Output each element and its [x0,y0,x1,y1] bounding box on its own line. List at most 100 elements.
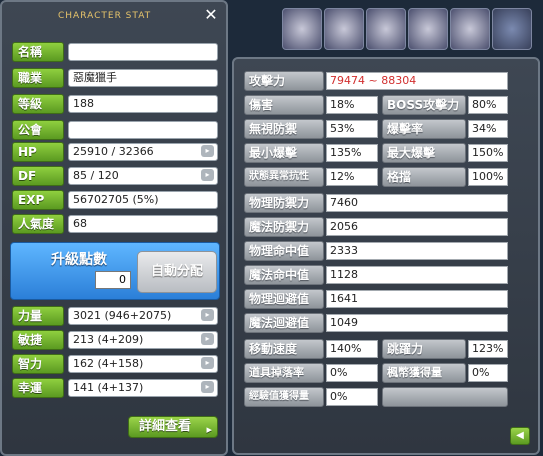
crit-rate-value: 34% [468,120,508,138]
dex-value: 213 (4+209) [68,331,218,349]
meso-rate-label: 楓幣獲得量 [382,363,466,383]
drop-rate-label: 道具掉落率 [244,363,324,383]
name-row: 名稱 [12,42,218,62]
buff-icon-5[interactable] [450,8,490,50]
job-value: 惡魔獵手 [68,69,218,87]
fame-label: 人氣度 [12,214,64,234]
exp-rate-label: 經驗值獲得量 [244,387,324,407]
phys-acc-label: 物理命中值 [244,241,324,261]
speed-label: 移動速度 [244,339,324,359]
min-crit-value: 135% [326,144,378,162]
phys-def-value: 7460 [326,194,508,212]
titlebar[interactable]: CHARACTER STAT ✕ [2,2,226,30]
level-label: 等級 [12,94,64,114]
stat-row: 狀態異常抗性 12% 格擋 100% [244,167,508,187]
phys-acc-value: 2333 [326,242,508,260]
boss-damage-value: 80% [468,96,508,114]
stat-row: 道具掉落率 0% 楓幣獲得量 0% [244,363,508,383]
collapse-arrow-icon[interactable]: ◀ [510,427,530,445]
df-row: DF 85 / 120 ▸ [12,166,218,186]
exp-row: EXP 56702705 (5%) [12,190,218,210]
ability-points-value: 0 [95,271,131,289]
window-title: CHARACTER STAT [58,11,152,21]
fame-value: 68 [68,215,218,233]
speed-value: 140% [326,340,378,358]
buff-icon-1[interactable] [282,8,322,50]
exp-rate-value: 0% [326,388,378,406]
job-label: 職業 [12,68,64,88]
stat-row: 經驗值獲得量 0% [244,387,508,407]
str-row: 力量 3021 (946+2075) ▸ [12,306,218,326]
phys-def-label: 物理防禦力 [244,193,324,213]
guild-row: 公會 [12,120,218,140]
max-crit-label: 最大爆擊 [382,143,466,163]
buff-icon-3[interactable] [366,8,406,50]
boss-damage-label: BOSS攻擊力 [382,95,466,115]
level-value: 188 [68,95,218,113]
magic-avoid-label: 魔法迴避值 [244,313,324,333]
guild-label: 公會 [12,120,64,140]
attack-value: 79474 ~ 88304 [326,72,508,90]
magic-def-label: 魔法防禦力 [244,217,324,237]
empty-cell [382,387,508,407]
phys-avoid-value: 1641 [326,290,508,308]
dex-label: 敏捷 [12,330,64,350]
stat-row: 物理防禦力 7460 [244,193,508,213]
auto-assign-button[interactable]: 自動分配 [137,251,217,293]
stat-row: 移動速度 140% 跳躍力 123% [244,339,508,359]
int-label: 智力 [12,354,64,374]
luk-row: 幸運 141 (4+137) ▸ [12,378,218,398]
close-icon[interactable]: ✕ [202,6,220,24]
int-add-icon[interactable]: ▸ [201,357,214,369]
ability-points-box: 升級點數 0 自動分配 [10,242,220,300]
magic-acc-value: 1128 [326,266,508,284]
block-value: 100% [468,168,508,186]
ability-points-label: 升級點數 [51,252,107,268]
status-resist-label: 狀態異常抗性 [244,167,324,187]
str-add-icon[interactable]: ▸ [201,309,214,321]
magic-acc-label: 魔法命中值 [244,265,324,285]
phys-avoid-label: 物理迴避值 [244,289,324,309]
guild-value [68,121,218,139]
buff-icon-4[interactable] [408,8,448,50]
stat-row: 物理迴避值 1641 [244,289,508,309]
buff-icon-2[interactable] [324,8,364,50]
fame-row: 人氣度 68 [12,214,218,234]
meso-rate-value: 0% [468,364,508,382]
hp-value: 25910 / 32366 [68,143,218,161]
level-row: 等級 188 [12,94,218,114]
exp-label: EXP [12,190,64,210]
stat-row: 魔法防禦力 2056 [244,217,508,237]
stat-row: 魔法命中值 1128 [244,265,508,285]
magic-def-value: 2056 [326,218,508,236]
ignore-def-label: 無視防禦 [244,119,324,139]
hp-row: HP 25910 / 32366 ▸ [12,142,218,162]
stat-row: 魔法迴避值 1049 [244,313,508,333]
jump-label: 跳躍力 [382,339,466,359]
int-row: 智力 162 (4+158) ▸ [12,354,218,374]
stat-row: 最小爆擊 135% 最大爆擊 150% [244,143,508,163]
job-row: 職業 惡魔獵手 [12,68,218,88]
detail-view-label: 詳細查看 [139,419,192,434]
detail-view-button[interactable]: 詳細查看 ▸ [128,416,218,438]
str-label: 力量 [12,306,64,326]
name-label: 名稱 [12,42,64,62]
df-expand-icon[interactable]: ▸ [201,169,214,181]
attack-label: 攻擊力 [244,71,324,91]
damage-value: 18% [326,96,378,114]
ignore-def-value: 53% [326,120,378,138]
dex-add-icon[interactable]: ▸ [201,333,214,345]
min-crit-label: 最小爆擊 [244,143,324,163]
exp-value: 56702705 (5%) [68,191,218,209]
luk-add-icon[interactable]: ▸ [201,381,214,393]
detail-stat-panel: 攻擊力 79474 ~ 88304 傷害 18% BOSS攻擊力 80% 無視防… [232,57,540,455]
attack-row: 攻擊力 79474 ~ 88304 [244,71,508,91]
max-crit-value: 150% [468,144,508,162]
drop-rate-value: 0% [326,364,378,382]
character-stat-panel: CHARACTER STAT ✕ 名稱 職業 惡魔獵手 等級 188 公會 HP… [0,0,228,456]
buff-icon-6[interactable] [492,8,532,50]
df-label: DF [12,166,64,186]
stat-row: 無視防禦 53% 爆擊率 34% [244,119,508,139]
crit-rate-label: 爆擊率 [382,119,466,139]
hp-expand-icon[interactable]: ▸ [201,145,214,157]
